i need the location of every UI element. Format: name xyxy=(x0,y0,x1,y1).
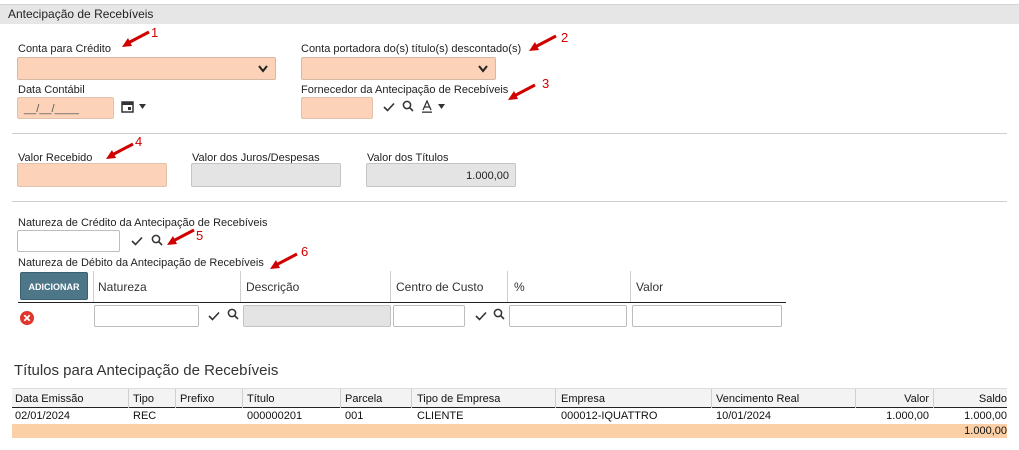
column-separator xyxy=(240,271,241,302)
chevron-down-icon xyxy=(258,65,268,73)
column-header-valor[interactable]: Valor xyxy=(636,280,663,294)
cell-tipo: REC xyxy=(133,410,157,422)
column-separator xyxy=(128,389,129,408)
titulos-col-tipo-empresa[interactable]: Tipo de Empresa xyxy=(417,393,500,405)
search-icon[interactable] xyxy=(402,100,414,112)
column-separator xyxy=(93,271,94,302)
fornecedor-input[interactable] xyxy=(301,97,373,119)
conta-portadora-select[interactable] xyxy=(301,57,496,80)
centro-custo-row-input[interactable] xyxy=(393,305,465,327)
valor-row-input[interactable] xyxy=(632,305,782,327)
valor-juros-input xyxy=(191,163,341,187)
conta-credito-label: Conta para Crédito xyxy=(18,43,111,55)
valor-titulos-input: 1.000,00 xyxy=(366,163,516,187)
titulos-col-valor[interactable]: Valor xyxy=(904,393,929,405)
section-divider xyxy=(12,201,1007,202)
column-header-natureza[interactable]: Natureza xyxy=(98,280,147,294)
natureza-credito-input[interactable] xyxy=(17,230,120,252)
check-icon[interactable] xyxy=(475,311,487,321)
column-separator xyxy=(175,389,176,408)
natureza-row-input[interactable] xyxy=(94,305,199,327)
column-separator xyxy=(933,389,934,408)
add-button[interactable]: ADICIONAR xyxy=(20,272,88,300)
table-row[interactable]: 02/01/2024 REC 000000201 001 CLIENTE 000… xyxy=(12,409,1007,423)
descricao-row-input xyxy=(243,305,391,327)
cell-tipo-empresa: CLIENTE xyxy=(417,410,464,422)
titulos-heading: Títulos para Antecipação de Recebíveis xyxy=(14,362,279,379)
chevron-down-icon xyxy=(478,65,488,73)
check-icon[interactable] xyxy=(208,311,220,321)
column-separator xyxy=(855,389,856,408)
conta-credito-select[interactable] xyxy=(17,57,276,80)
fornecedor-label: Fornecedor da Antecipação de Recebíveis xyxy=(301,84,509,96)
caret-down-icon[interactable] xyxy=(438,104,445,109)
titulos-col-prefixo[interactable]: Prefixo xyxy=(180,393,214,405)
annotation-arrow-icon xyxy=(167,228,195,245)
grid-header-underline xyxy=(18,302,786,303)
column-separator xyxy=(242,389,243,408)
annotation-number: 4 xyxy=(135,134,143,149)
column-separator xyxy=(711,389,712,408)
annotation-number: 1 xyxy=(151,25,159,40)
annotation-arrow-icon xyxy=(106,142,134,159)
titulos-col-parcela[interactable]: Parcela xyxy=(345,393,382,405)
annotation-arrow-icon xyxy=(122,30,150,47)
column-header-percent[interactable]: % xyxy=(514,280,525,294)
check-icon[interactable] xyxy=(131,236,143,246)
search-icon[interactable] xyxy=(151,234,163,246)
titulos-col-empresa[interactable]: Empresa xyxy=(561,393,605,405)
calendar-icon[interactable] xyxy=(121,100,134,113)
data-contabil-label: Data Contábil xyxy=(18,84,85,96)
column-separator xyxy=(507,271,508,302)
percent-row-input[interactable] xyxy=(509,305,627,327)
conta-portadora-label: Conta portadora do(s) título(s) desconta… xyxy=(301,43,522,55)
natureza-debito-label: Natureza de Débito da Antecipação de Rec… xyxy=(18,257,264,269)
section-divider xyxy=(12,133,1007,134)
total-saldo: 1.000,00 xyxy=(964,425,1007,437)
titulos-col-saldo[interactable]: Saldo xyxy=(979,393,1007,405)
cell-titulo: 000000201 xyxy=(247,410,303,422)
annotation-number: 2 xyxy=(561,30,569,45)
data-contabil-input[interactable]: __/__/____ xyxy=(17,97,114,119)
titulos-col-data-emissao[interactable]: Data Emissão xyxy=(15,393,83,405)
annotation-arrow-icon xyxy=(270,252,298,269)
column-separator xyxy=(340,389,341,408)
search-icon[interactable] xyxy=(493,308,505,320)
caret-down-icon[interactable] xyxy=(139,104,146,109)
titulos-col-vencimento-real[interactable]: Vencimento Real xyxy=(716,393,799,405)
annotation-number: 6 xyxy=(301,244,309,259)
check-icon[interactable] xyxy=(383,102,395,112)
cell-saldo: 1.000,00 xyxy=(964,410,1007,422)
column-separator xyxy=(555,389,556,408)
titulos-table-header xyxy=(12,388,1007,408)
column-separator xyxy=(630,271,631,302)
valor-recebido-input[interactable] xyxy=(17,163,167,187)
column-header-descricao[interactable]: Descrição xyxy=(246,280,299,294)
annotation-number: 5 xyxy=(196,228,204,243)
titulos-col-titulo[interactable]: Título xyxy=(247,393,275,405)
cell-parcela: 001 xyxy=(345,410,364,422)
titulos-col-tipo[interactable]: Tipo xyxy=(133,393,154,405)
column-separator xyxy=(390,271,391,302)
text-format-icon[interactable] xyxy=(421,100,433,113)
annotation-number: 3 xyxy=(542,76,550,91)
delete-row-icon[interactable] xyxy=(20,311,34,325)
cell-vencimento-real: 10/01/2024 xyxy=(716,410,772,422)
totals-row: 1.000,00 xyxy=(12,424,1007,438)
cell-empresa: 000012-IQUATTRO xyxy=(561,410,658,422)
search-icon[interactable] xyxy=(227,308,239,320)
cell-data-emissao: 02/01/2024 xyxy=(15,410,71,422)
window-title: Antecipação de Recebíveis xyxy=(0,4,1019,24)
column-separator xyxy=(411,389,412,408)
cell-valor: 1.000,00 xyxy=(886,410,929,422)
column-header-centro-custo[interactable]: Centro de Custo xyxy=(396,280,483,294)
natureza-credito-label: Natureza de Crédito da Antecipação de Re… xyxy=(18,217,268,229)
